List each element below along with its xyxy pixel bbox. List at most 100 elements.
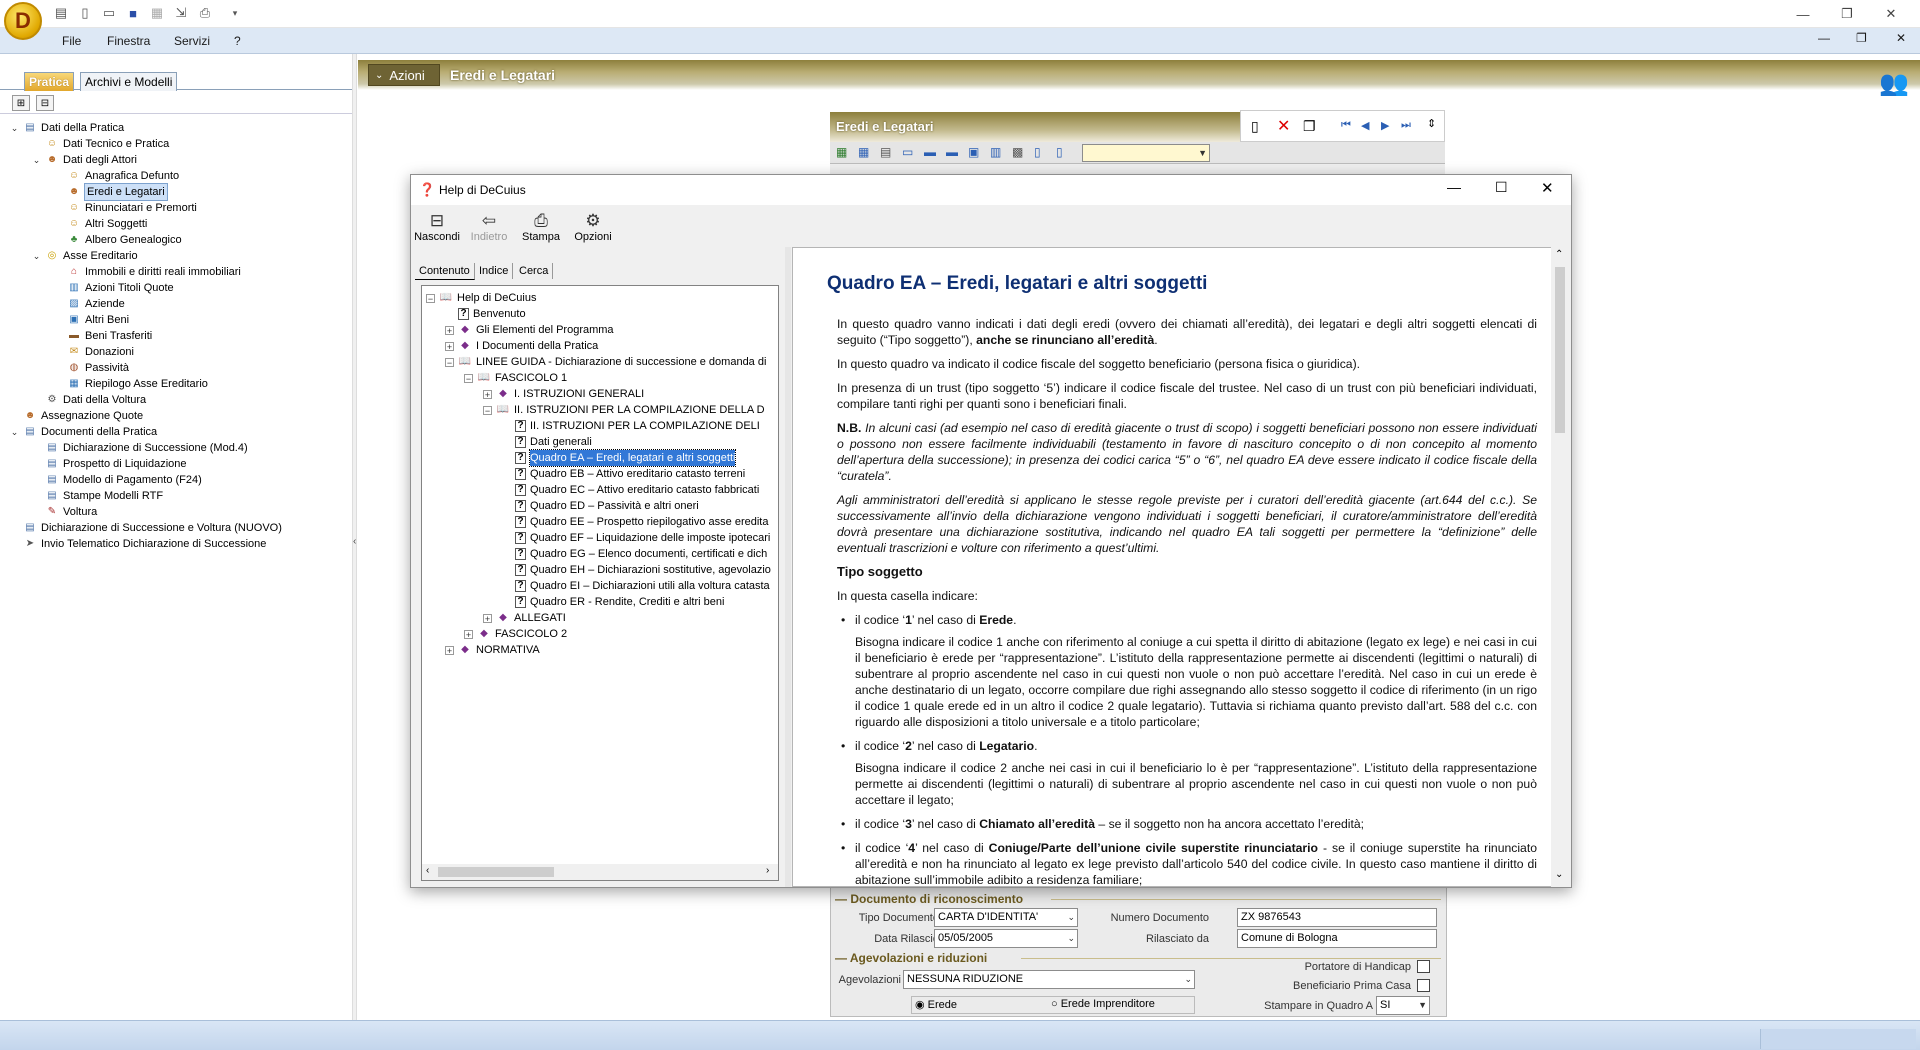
delete-record-icon[interactable]: ✕ (1277, 116, 1290, 136)
tree-node[interactable]: ⚙ Dati della Voltura (10, 392, 350, 408)
grid-tool-icon[interactable]: ▯ (1034, 145, 1041, 159)
first-record-icon[interactable]: ⏮ (1341, 119, 1351, 132)
tree-node[interactable]: ☻ Assegnazione Quote (10, 408, 350, 424)
expand-plus-icon[interactable]: + (445, 341, 454, 351)
actions-button[interactable]: ⌄ Azioni (368, 64, 440, 86)
tree-node[interactable]: ✉ Donazioni (10, 344, 350, 360)
expand-chevron-icon[interactable]: ⌄ (32, 155, 41, 165)
help-tree-node[interactable]: + ◆ I. ISTRUZIONI GENERALI (426, 386, 778, 402)
app-logo[interactable]: D (4, 2, 42, 40)
tree-node[interactable]: ♣ Albero Genealogico (10, 232, 350, 248)
tree-node[interactable]: ▤ Dichiarazione di Successione (Mod.4) (10, 440, 350, 456)
tree-node[interactable]: ➤ Invio Telematico Dichiarazione di Succe… (10, 536, 350, 552)
help-tree-node[interactable]: + ◆ FASCICOLO 2 (426, 626, 778, 642)
tree-node[interactable]: ▨ Aziende (10, 296, 350, 312)
export-icon[interactable]: ⇲ (172, 4, 190, 22)
scroll-thumb[interactable] (1555, 267, 1565, 433)
grid-tool-icon[interactable]: ▬ (946, 145, 958, 159)
grid-tool-icon[interactable]: ▩ (1012, 145, 1023, 159)
tree-node[interactable]: ☺ Dati Tecnico e Pratica (10, 136, 350, 152)
expand-plus-icon[interactable]: + (445, 325, 454, 335)
help-tree-node[interactable]: ? Quadro EA – Eredi, legatari e altri sog… (426, 449, 778, 467)
erede-imprenditore-radio[interactable]: ○ Erede Imprenditore (1051, 998, 1155, 1010)
tree-node[interactable]: ⌄ ☻ Dati degli Attori (10, 152, 350, 168)
open-icon[interactable]: ▭ (100, 4, 118, 22)
back-button[interactable]: ⇦ Indietro (463, 211, 515, 251)
previous-record-icon[interactable]: ◀ (1361, 119, 1369, 132)
menu-finestra[interactable]: Finestra (107, 34, 150, 48)
help-tree-node[interactable]: + ◆ Gli Elementi del Programma (426, 322, 778, 338)
tree-node[interactable]: ▥ Azioni Titoli Quote (10, 280, 350, 296)
help-minimize-icon[interactable]: — (1447, 179, 1461, 195)
sort-icon[interactable]: ⇕ (1427, 117, 1436, 130)
grid-tool-icon[interactable]: ▣ (968, 145, 979, 159)
users-icon[interactable]: 👥 (1874, 66, 1914, 100)
last-record-icon[interactable]: ⏭ (1401, 119, 1411, 132)
expand-chevron-icon[interactable]: ⌄ (10, 123, 19, 133)
expand-plus-icon[interactable]: + (483, 389, 492, 399)
new-document-icon[interactable]: ▯ (76, 4, 94, 22)
help-maximize-icon[interactable]: ☐ (1495, 179, 1508, 196)
help-tree-node[interactable]: ? Quadro EH – Dichiarazioni sostitutive, … (426, 562, 778, 578)
tree-node[interactable]: ⌄ ▤ Documenti della Pratica (10, 424, 350, 440)
tree-node[interactable]: ☺ Anagrafica Defunto (10, 168, 350, 184)
restore-icon[interactable]: ❐ (1834, 4, 1860, 24)
numero-documento-input[interactable]: ZX 9876543 (1237, 908, 1437, 927)
customize-toolbar-icon[interactable]: ▾ (226, 4, 244, 22)
help-tree-node[interactable]: ? Quadro EI – Dichiarazioni utili alla vo… (426, 578, 778, 594)
new-record-icon[interactable]: ▯ (1251, 118, 1259, 135)
tree-node[interactable]: ◍ Passività (10, 360, 350, 376)
tab-indice[interactable]: Indice (475, 263, 514, 279)
help-tree-node[interactable]: + ◆ ALLEGATI (426, 610, 778, 626)
save-all-icon[interactable]: ▦ (148, 4, 166, 22)
grid-tool-icon[interactable]: ▥ (990, 145, 1001, 159)
horizontal-scrollbar[interactable]: ‹ › (422, 864, 778, 880)
save-icon[interactable]: ■ (124, 4, 142, 22)
hide-button[interactable]: ⊟ Nascondi (411, 211, 463, 251)
help-tree-node[interactable]: + ◆ I Documenti della Pratica (426, 338, 778, 354)
mdi-close-icon[interactable]: ✕ (1896, 31, 1906, 45)
tree-node[interactable]: ☺ Rinunciatari e Premorti (10, 200, 350, 216)
expand-chevron-icon[interactable]: ⌄ (32, 251, 41, 261)
open-folder-icon[interactable]: ▤ (52, 4, 70, 22)
menu-file[interactable]: File (62, 34, 81, 48)
grid-tool-icon[interactable]: ▦ (858, 145, 869, 159)
beneficiario-prima-casa-checkbox[interactable] (1417, 979, 1430, 992)
help-tree-node[interactable]: + ◆ NORMATIVA (426, 642, 778, 658)
tree-node[interactable]: ✎ Voltura (10, 504, 350, 520)
help-tree-node[interactable]: ? II. ISTRUZIONI PER LA COMPILAZIONE DELI (426, 418, 778, 434)
help-tree-node[interactable]: ? Quadro ER - Rendite, Crediti e altri be… (426, 594, 778, 610)
minimize-icon[interactable]: — (1790, 4, 1816, 24)
mdi-restore-icon[interactable]: ❐ (1856, 31, 1867, 45)
scroll-up-icon[interactable]: ⌃ (1555, 249, 1563, 260)
help-tree-node[interactable]: ? Quadro ED – Passività e altri oneri (426, 498, 778, 514)
tree-node[interactable]: ▦ Riepilogo Asse Ereditario (10, 376, 350, 392)
scroll-left-icon[interactable]: ‹ (426, 865, 429, 876)
scroll-thumb[interactable] (438, 867, 554, 877)
tree-node[interactable]: ▤ Modello di Pagamento (F24) (10, 472, 350, 488)
menu-servizi[interactable]: Servizi (174, 34, 210, 48)
help-tree-node[interactable]: ? Quadro EE – Prospetto riepilogativo ass… (426, 514, 778, 530)
copy-record-icon[interactable]: ❐ (1303, 118, 1316, 135)
grid-tool-icon[interactable]: ▬ (924, 145, 936, 159)
data-rilascio-input[interactable]: 05/05/2005 ⌄ (934, 929, 1078, 948)
tree-node[interactable]: ⌄ ▤ Dati della Pratica (10, 120, 350, 136)
agevolazioni-select[interactable]: NESSUNA RIDUZIONE ⌄ (903, 970, 1195, 989)
collapse-minus-icon[interactable]: − (426, 293, 435, 303)
help-tree-node[interactable]: ? Quadro EF – Liquidazione delle imposte … (426, 530, 778, 546)
scroll-down-icon[interactable]: ⌄ (1555, 869, 1563, 880)
tree-node[interactable]: ▤ Stampe Modelli RTF (10, 488, 350, 504)
splitter[interactable]: ‹ (352, 54, 357, 1020)
help-tree-node[interactable]: ? Benvenuto (426, 306, 778, 322)
stampare-select[interactable]: SI ▼ (1376, 996, 1430, 1015)
print-icon[interactable]: ⎙ (196, 4, 214, 22)
tree-node[interactable]: ▣ Altri Beni (10, 312, 350, 328)
help-tree-node[interactable]: − 📖 II. ISTRUZIONI PER LA COMPILAZIONE DEL… (426, 402, 778, 418)
rilasciato-da-input[interactable]: Comune di Bologna (1237, 929, 1437, 948)
vertical-scrollbar[interactable]: ⌃ ⌄ (1551, 247, 1569, 887)
tab-cerca[interactable]: Cerca (515, 263, 554, 279)
tree-node[interactable]: ▤ Dichiarazione di Successione e Voltura … (10, 520, 350, 536)
collapse-panel-icon[interactable]: ‹ (353, 536, 356, 547)
portatore-handicap-checkbox[interactable] (1417, 960, 1430, 973)
help-close-icon[interactable]: ✕ (1541, 179, 1554, 197)
